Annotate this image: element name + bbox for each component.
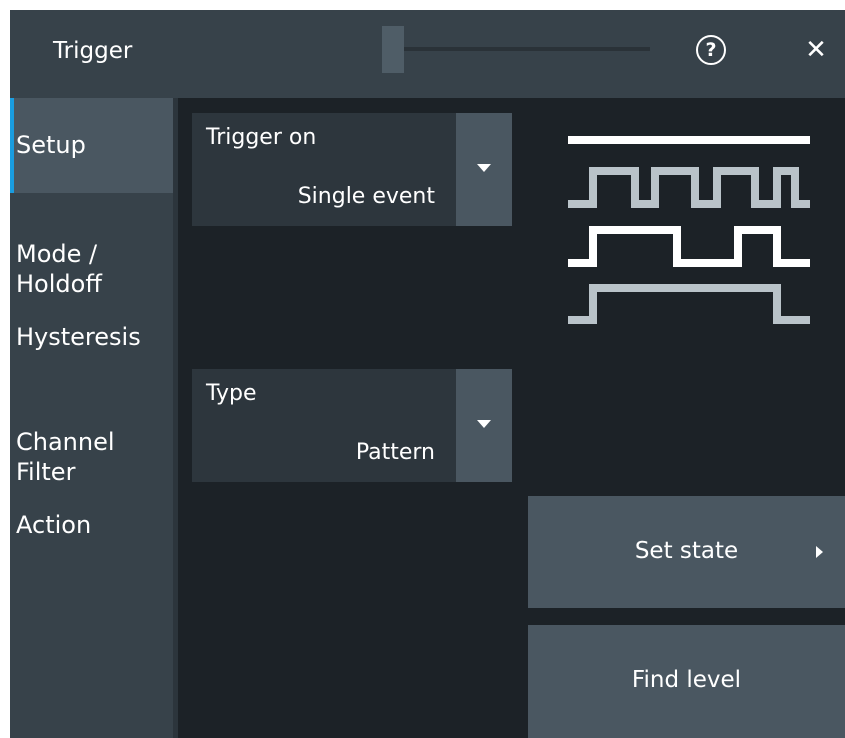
sidebar-item-label: Setup (16, 131, 86, 159)
slider-thumb[interactable] (382, 26, 404, 73)
trigger-on-label: Trigger on (206, 125, 317, 150)
type-dropdown[interactable]: Type Pattern (192, 369, 512, 482)
sidebar-item-channel-filter[interactable]: Channel Filter (10, 397, 173, 487)
find-level-label: Find level (631, 667, 742, 693)
pattern-waveform-icon (565, 128, 815, 332)
trigger-on-dropdown[interactable]: Trigger on Single event (192, 113, 512, 226)
find-level-button[interactable]: Find level (528, 625, 845, 738)
type-label: Type (206, 381, 257, 406)
sidebar-item-mode-holdoff[interactable]: Mode / Holdoff (10, 209, 173, 299)
sidebar-item-label: Mode / Holdoff (16, 240, 102, 298)
dropdown-caret-icon (477, 420, 491, 428)
chevron-right-icon (816, 546, 823, 558)
pattern-waveform-svg (568, 136, 810, 324)
dialog-title: Trigger (53, 38, 133, 64)
type-value: Pattern (355, 440, 435, 465)
help-icon[interactable]: ? (696, 35, 726, 65)
sidebar-item-label: Hysteresis (16, 323, 141, 351)
slider-track[interactable] (395, 47, 650, 51)
sidebar-item-hysteresis[interactable]: Hysteresis (10, 322, 173, 352)
sidebar-item-action[interactable]: Action (10, 510, 173, 540)
waveform-data-white (568, 226, 810, 267)
set-state-button[interactable]: Set state (528, 496, 845, 608)
sidebar-divider (173, 98, 178, 738)
close-icon[interactable]: ✕ (801, 34, 831, 66)
waveform-enable (568, 284, 810, 324)
trigger-on-dropdown-button[interactable] (456, 113, 512, 226)
sidebar: Setup Mode / Holdoff Hysteresis Channel … (10, 98, 173, 738)
type-dropdown-button[interactable] (456, 369, 512, 482)
dropdown-caret-icon (477, 164, 491, 172)
trigger-on-value: Single event (297, 184, 435, 209)
sidebar-item-setup[interactable]: Setup (10, 98, 173, 193)
waveform-clock (568, 167, 810, 208)
trigger-dialog: Trigger ? ✕ Setup Mode / Holdoff Hystere… (10, 10, 845, 738)
titlebar: Trigger ? ✕ (10, 10, 845, 98)
sidebar-item-label: Channel Filter (16, 428, 115, 486)
set-state-label: Set state (634, 538, 739, 564)
sidebar-item-label: Action (16, 511, 92, 539)
